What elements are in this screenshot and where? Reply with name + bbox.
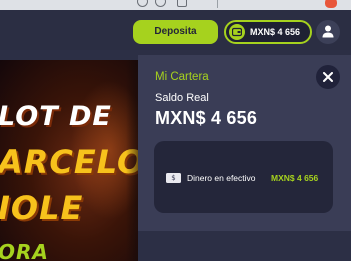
wallet-panel: Mi Cartera Saldo Real MXN$ 4 656 $ Diner… [138, 55, 351, 231]
banner-title-line-3: IOLE [0, 189, 84, 227]
wallet-total-amount: MXN$ 4 656 [155, 108, 258, 128]
wallet-balance-button[interactable]: MXN$ 4 656 [224, 20, 312, 44]
banner-title-line-2: ARCELO [0, 143, 138, 181]
deposit-button[interactable]: Deposita [133, 20, 218, 44]
banner-cta-text: ORA [0, 240, 49, 261]
cash-label: Dinero en efectivo [187, 173, 256, 183]
cash-balance-card: $ Dinero en efectivo MXN$ 4 656 [154, 141, 333, 213]
history-icon[interactable] [137, 0, 148, 7]
extension-icon[interactable] [325, 0, 337, 8]
wallet-icon [229, 24, 245, 40]
cash-value: MXN$ 4 656 [271, 173, 319, 183]
browser-toolbar-strip [0, 0, 351, 10]
toolbar-separator [217, 0, 218, 8]
header-balance: MXN$ 4 656 [250, 27, 301, 37]
wallet-panel-subtitle: Saldo Real [155, 92, 209, 104]
close-panel-button[interactable] [316, 65, 340, 89]
wallet-panel-title: Mi Cartera [155, 71, 209, 83]
cash-bill-icon: $ [166, 173, 181, 183]
user-icon [322, 25, 334, 38]
window-icon[interactable] [177, 0, 187, 7]
banner-title-line-1: LOT DE [0, 101, 112, 132]
banner-shadow [126, 60, 138, 261]
close-icon [323, 72, 333, 82]
site-header: Deposita MXN$ 4 656 [0, 10, 351, 50]
game-banner[interactable]: LOT DE ARCELO IOLE ORA [0, 60, 138, 261]
refresh-icon[interactable] [155, 0, 166, 7]
user-menu-button[interactable] [316, 20, 340, 44]
